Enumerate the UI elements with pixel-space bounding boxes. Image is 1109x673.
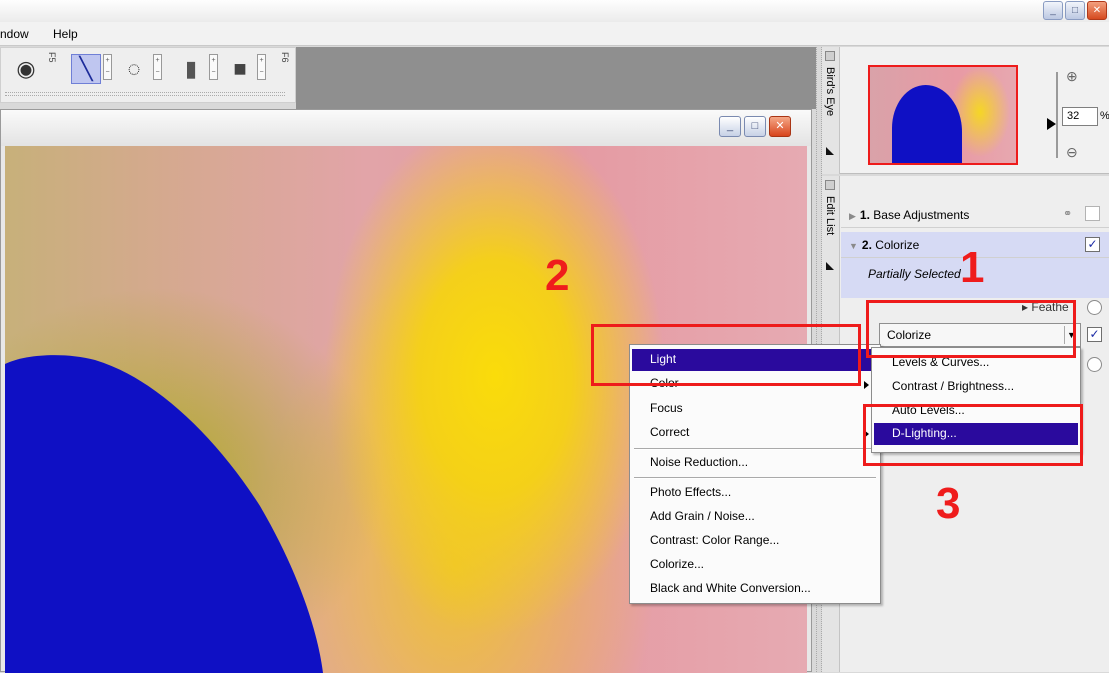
close-icon[interactable]: ✕ (1087, 1, 1107, 20)
menu-bar: ndow Help (0, 22, 1109, 46)
step-number: 2. (861, 238, 872, 252)
image-maximize-icon[interactable]: □ (744, 116, 766, 137)
gradient-stepper[interactable]: + − (209, 54, 218, 80)
hotkey-f6: F6 (280, 52, 290, 63)
step-2-checkbox[interactable]: ✓ (1085, 237, 1100, 252)
step-label: Colorize (875, 238, 920, 252)
fill-stepper[interactable]: + − (257, 54, 266, 80)
image-window-title: _ □ ✕ (1, 110, 811, 146)
workspace-background (296, 47, 816, 109)
menu-item-noise-reduction[interactable]: Noise Reduction... (632, 452, 878, 474)
menu-item-contrast-color-range[interactable]: Contrast: Color Range... (632, 530, 878, 552)
annotation-box-1 (866, 300, 1076, 358)
editlist-label: Edit List (824, 196, 836, 236)
pin-icon[interactable] (825, 51, 835, 61)
annotation-number-3: 3 (936, 479, 961, 528)
annotation-number-2: 2 (545, 251, 570, 300)
selection-status: Partially Selected (868, 267, 961, 281)
menu-item-add-grain[interactable]: Add Grain / Noise... (632, 506, 878, 528)
zoom-in-icon[interactable]: ⊕ (1066, 68, 1084, 86)
annotation-number-1: 1 (960, 243, 985, 292)
brush-tool-icon[interactable]: ╲ (71, 54, 101, 84)
link-icon: ⚭ (1063, 208, 1073, 220)
zoom-slider-handle[interactable] (1047, 118, 1056, 130)
submenu-arrow-icon (864, 381, 869, 389)
step-number: 1. (859, 208, 870, 222)
menu-item-black-white[interactable]: Black and White Conversion... (632, 578, 878, 600)
expand-icon[interactable]: ▶ (849, 211, 856, 222)
menu-item-colorize[interactable]: Colorize... (632, 554, 878, 576)
step-label: Base Adjustments (873, 208, 970, 222)
maximize-icon[interactable]: □ (1065, 1, 1085, 20)
toolbar: ◉ F5 ╲ + − ◌ + − ▮ + − ■ + − F6 (0, 47, 296, 103)
pin-icon[interactable] (825, 180, 835, 190)
minimize-icon[interactable]: _ (1043, 1, 1063, 20)
brush-size-stepper[interactable]: + − (103, 54, 112, 80)
collapse-icon[interactable]: ▼ (849, 241, 858, 251)
zoom-input[interactable]: 32 (1062, 107, 1098, 126)
feather-radio[interactable] (1087, 300, 1102, 315)
image-minimize-icon[interactable]: _ (719, 116, 741, 137)
toolbar-grip (5, 92, 285, 96)
menu-item-focus[interactable]: Focus (632, 398, 878, 420)
annotation-box-2 (591, 324, 861, 386)
zoom-unit: % (1100, 110, 1109, 122)
menu-item-photo-effects[interactable]: Photo Effects... (632, 482, 878, 504)
menu-item-correct[interactable]: Correct (632, 422, 878, 444)
panel-collapse-icon[interactable] (826, 147, 834, 155)
adjustment-radio[interactable] (1087, 357, 1102, 372)
window-title-bar (0, 0, 1109, 22)
annotation-box-3 (863, 404, 1083, 466)
zoom-out-icon[interactable]: ⊖ (1066, 144, 1084, 162)
menu-divider (634, 448, 876, 450)
panel-collapse-icon[interactable] (826, 262, 834, 270)
menu-help[interactable]: Help (53, 27, 78, 41)
lasso-size-stepper[interactable]: + − (153, 54, 162, 80)
menu-window[interactable]: ndow (0, 27, 29, 41)
step-1-checkbox[interactable] (1085, 206, 1100, 221)
fill-icon[interactable]: ■ (227, 54, 253, 84)
image-close-icon[interactable]: ✕ (769, 116, 791, 137)
birdseye-label: Bird's Eye (824, 67, 836, 117)
birdseye-tab[interactable]: Bird's Eye (822, 47, 840, 174)
adjustment-checkbox[interactable]: ✓ (1087, 327, 1102, 342)
lasso-icon[interactable]: ◌ (119, 54, 149, 84)
gradient-icon[interactable]: ▮ (176, 54, 206, 84)
menu-item-contrast-brightness[interactable]: Contrast / Brightness... (874, 376, 1078, 398)
birdseye-thumbnail[interactable] (868, 65, 1018, 165)
hotkey-f5: F5 (47, 52, 57, 63)
zoom-slider-track[interactable] (1056, 72, 1058, 158)
eye-icon[interactable]: ◉ (11, 54, 41, 84)
window-controls: _ □ ✕ (1041, 0, 1109, 22)
menu-divider (634, 477, 876, 479)
